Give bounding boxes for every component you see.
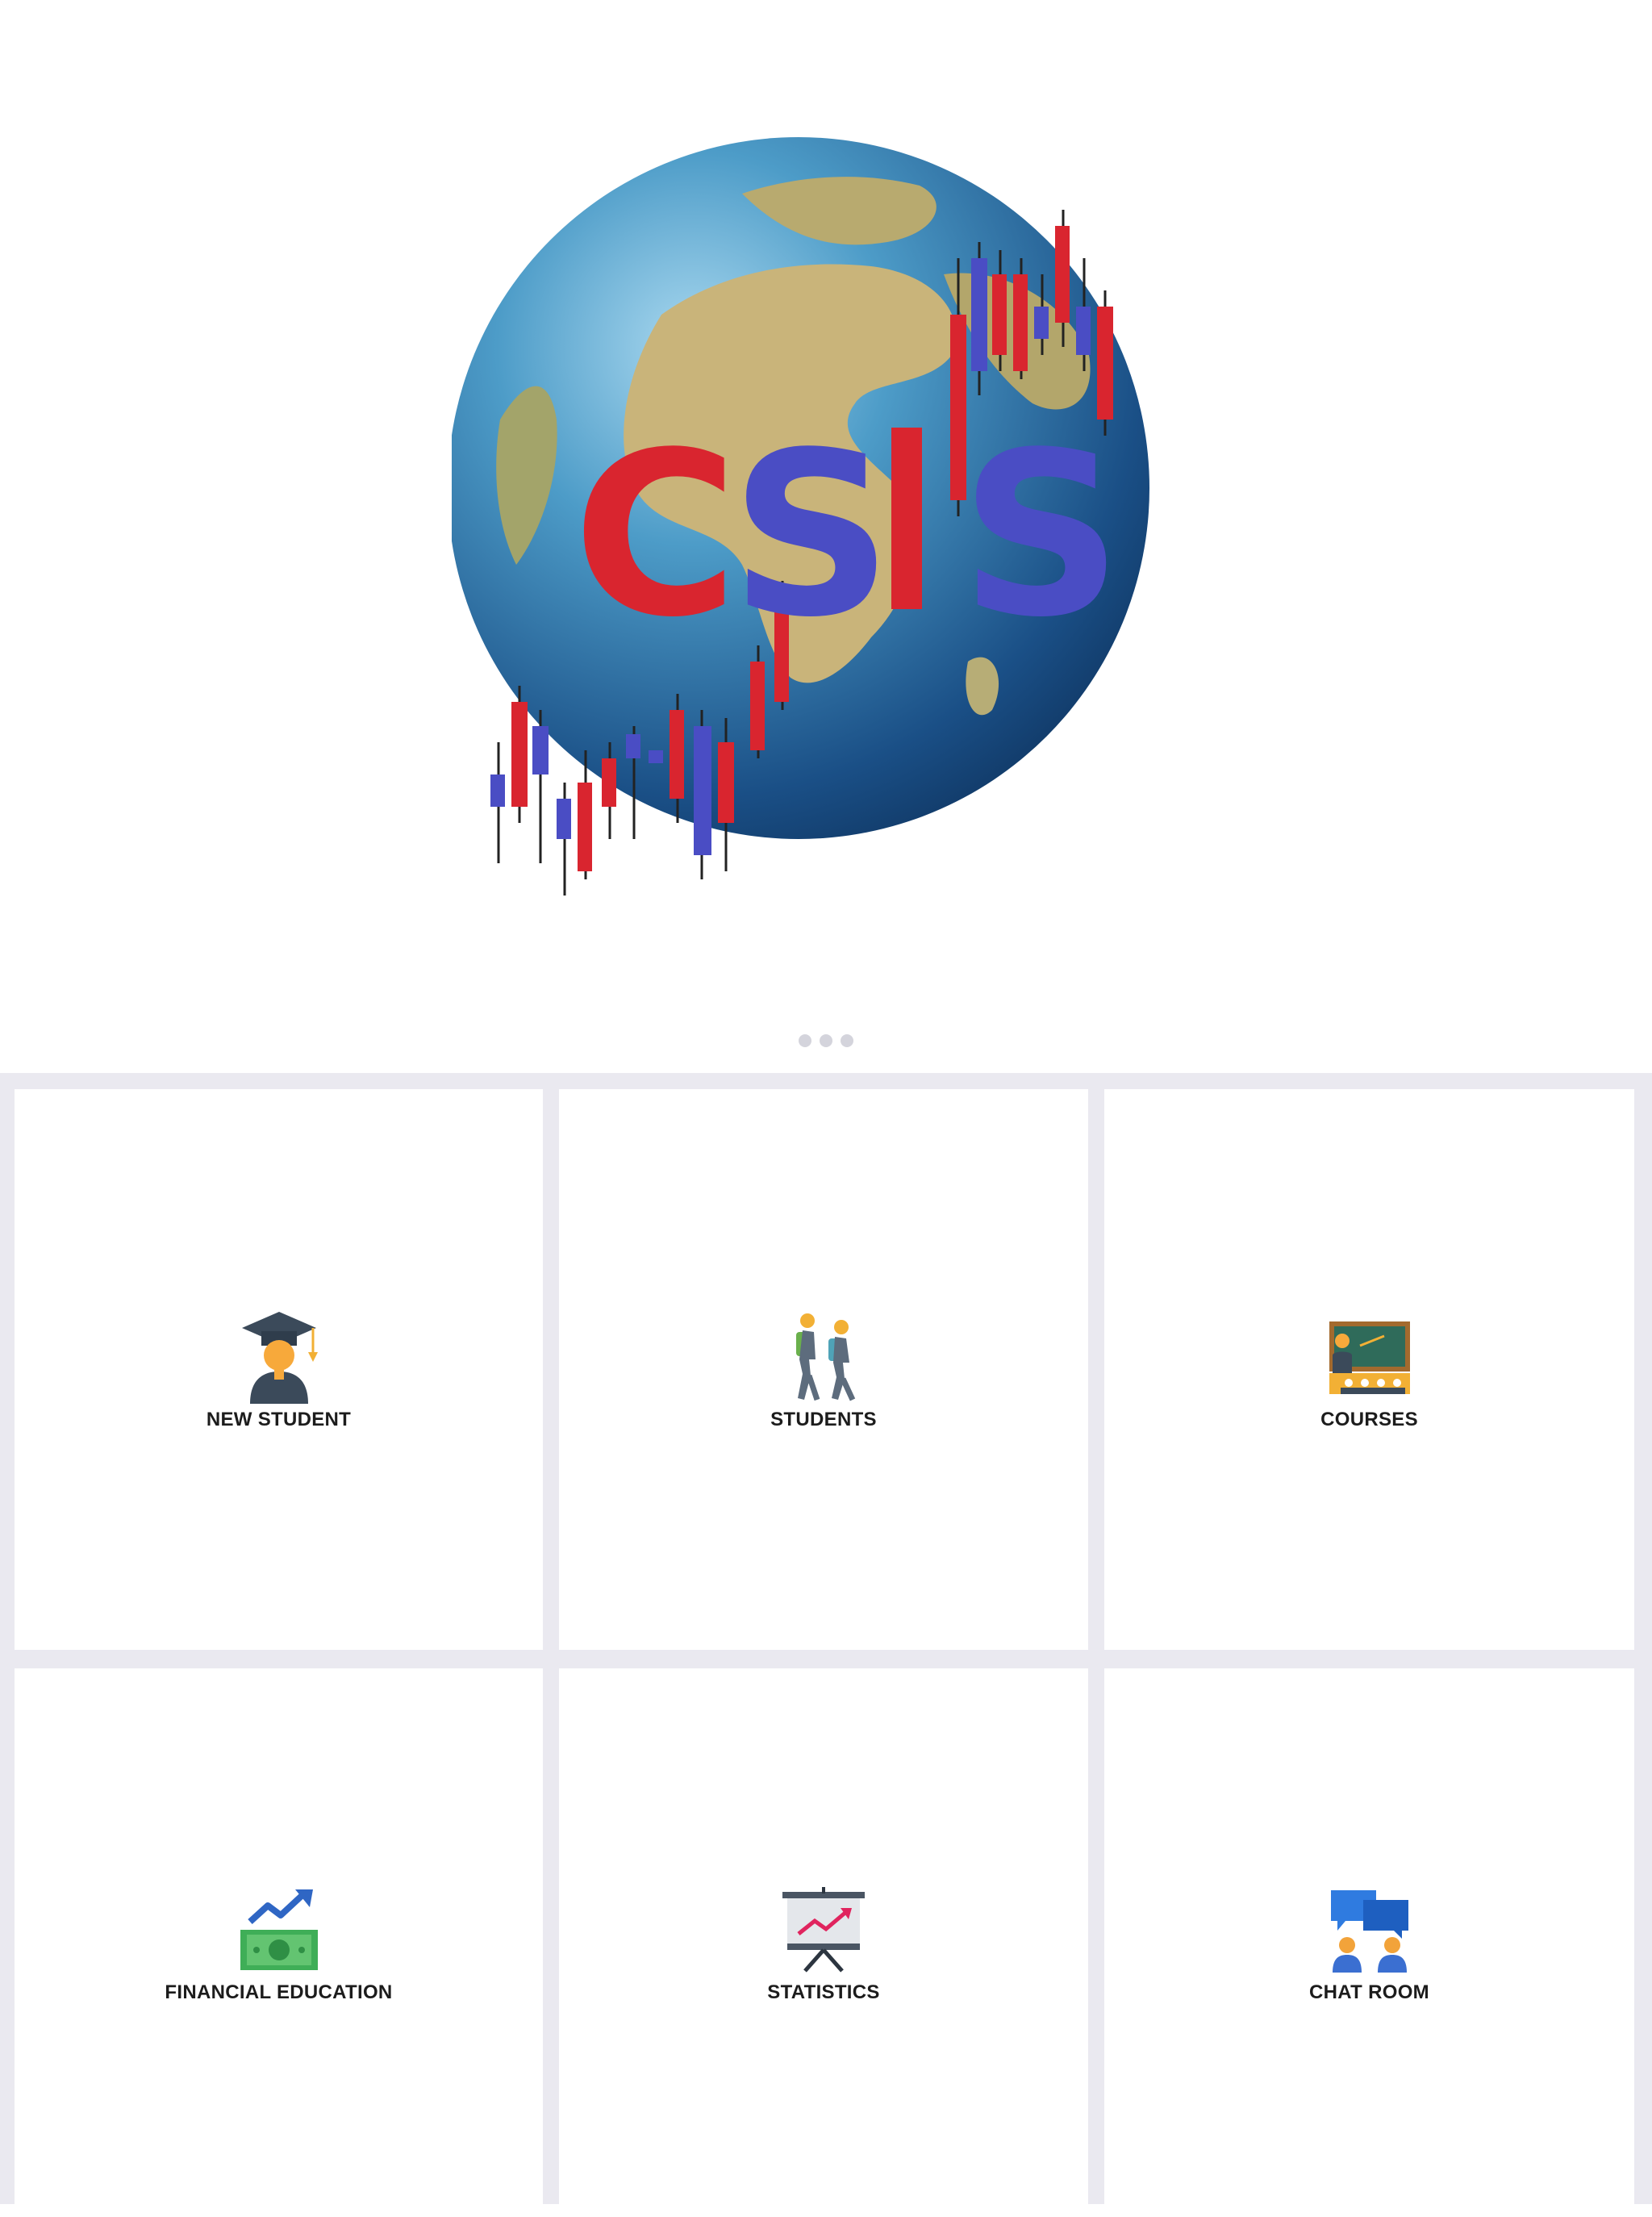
statistics-board-icon xyxy=(779,1881,868,1978)
tile-students[interactable]: STUDENTS xyxy=(559,1089,1088,1650)
graduate-student-icon xyxy=(235,1309,323,1405)
tile-chat-room[interactable]: CHAT ROOM xyxy=(1104,1668,1634,2217)
chat-room-icon xyxy=(1325,1881,1414,1978)
students-walking-icon xyxy=(779,1309,868,1405)
page-dot[interactable] xyxy=(820,1034,832,1047)
tile-label: STATISTICS xyxy=(767,1981,880,2003)
tile-label: NEW STUDENT xyxy=(206,1408,352,1430)
tile-label: STUDENTS xyxy=(770,1408,877,1430)
tile-financial-education[interactable]: FINANCIAL EDUCATION xyxy=(15,1668,543,2217)
hero-banner: C S S xyxy=(0,0,1652,1073)
tile-label: FINANCIAL EDUCATION xyxy=(165,1981,393,2003)
page-indicator[interactable] xyxy=(0,1034,1652,1047)
money-growth-icon xyxy=(235,1881,323,1978)
tile-label: CHAT ROOM xyxy=(1309,1981,1429,2003)
tile-statistics[interactable]: STATISTICS xyxy=(559,1668,1088,2217)
svg-text:S: S xyxy=(730,404,893,667)
tile-new-student[interactable]: NEW STUDENT xyxy=(15,1089,543,1650)
menu-grid: NEW STUDENT STUDENTS COURSES FINANCIAL E… xyxy=(0,1073,1652,2217)
svg-text:S: S xyxy=(960,404,1123,667)
svg-text:C: C xyxy=(573,404,739,667)
page-dot[interactable] xyxy=(799,1034,811,1047)
tile-label: COURSES xyxy=(1320,1408,1418,1430)
classroom-teacher-icon xyxy=(1325,1309,1414,1405)
tile-courses[interactable]: COURSES xyxy=(1104,1089,1634,1650)
globe-candlestick-logo-icon: C S S xyxy=(452,137,1149,896)
page-dot[interactable] xyxy=(841,1034,853,1047)
